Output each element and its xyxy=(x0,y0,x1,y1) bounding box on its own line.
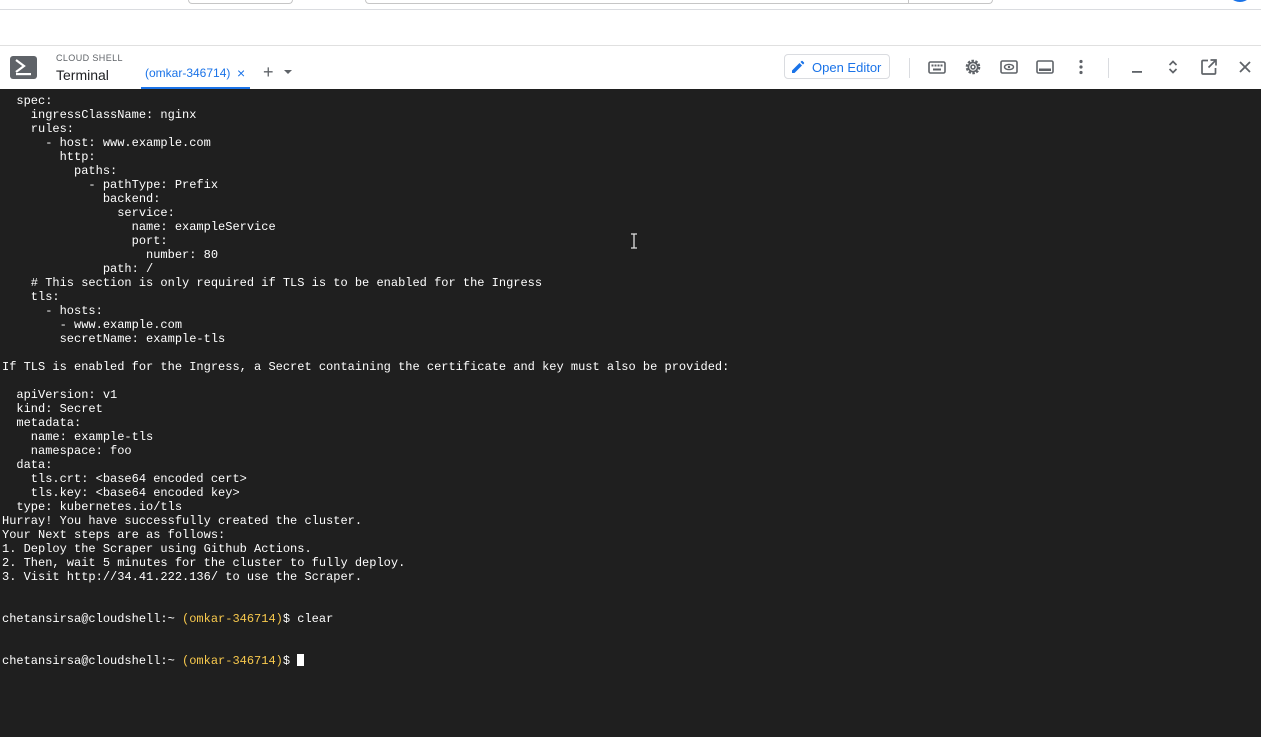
cloud-shell-brand: CLOUD SHELL xyxy=(56,53,123,63)
terminal-line: 1. Deploy the Scraper using Github Actio… xyxy=(2,542,312,556)
browser-divider xyxy=(0,9,1261,10)
open-editor-label: Open Editor xyxy=(812,60,882,75)
terminal-line: paths: xyxy=(2,164,118,178)
terminal-line: tls.crt: <base64 encoded cert> xyxy=(2,472,247,486)
pencil-icon xyxy=(792,60,805,73)
terminal-active-prompt[interactable]: chetansirsa@cloudshell:~ (omkar-346714)$ xyxy=(2,654,333,668)
cloud-shell-terminal-icon xyxy=(10,56,37,79)
restore-icon[interactable] xyxy=(1163,57,1183,77)
add-tab-button[interactable]: + xyxy=(263,63,274,81)
terminal-line: metadata: xyxy=(2,416,82,430)
browser-toolbar-fragment xyxy=(188,0,293,4)
browser-top-strip xyxy=(0,0,1261,46)
terminal-line: If TLS is enabled for the Ingress, a Sec… xyxy=(2,360,730,374)
terminal-line: rules: xyxy=(2,122,75,136)
terminal-line: spec: xyxy=(2,94,53,108)
settings-gear-icon[interactable] xyxy=(963,57,983,77)
terminal-prompt-area[interactable]: chetansirsa@cloudshell:~ (omkar-346714)$… xyxy=(2,584,333,696)
terminal-line: tls.key: <base64 encoded key> xyxy=(2,486,240,500)
terminal-line: - host: www.example.com xyxy=(2,136,211,150)
terminal-line: tls: xyxy=(2,290,60,304)
minimize-icon[interactable] xyxy=(1127,57,1147,77)
tab-label: (omkar-346714) xyxy=(145,66,231,80)
terminal-line: Your Next steps are as follows: xyxy=(2,528,226,542)
terminal-line: service: xyxy=(2,206,175,220)
prompt-user: chetansirsa@cloudshell:~ xyxy=(2,612,175,626)
tab-terminal-session[interactable]: (omkar-346714) × xyxy=(141,60,250,89)
terminal-line: http: xyxy=(2,150,96,164)
keyboard-icon[interactable] xyxy=(927,57,947,77)
terminal-line: backend: xyxy=(2,192,161,206)
toolbar-divider xyxy=(909,58,910,78)
terminal-line: 2. Then, wait 5 minutes for the cluster … xyxy=(2,556,406,570)
chevron-down-icon[interactable] xyxy=(284,70,292,74)
terminal-line: path: / xyxy=(2,262,154,276)
terminal-output: spec: ingressClassName: nginx rules: - h… xyxy=(2,94,729,584)
terminal-line: namespace: foo xyxy=(2,444,132,458)
terminal-line: port: xyxy=(2,234,168,248)
terminal-line: ingressClassName: nginx xyxy=(2,108,197,122)
close-icon[interactable]: × xyxy=(237,66,245,80)
history-command: clear xyxy=(297,612,334,626)
open-editor-button[interactable]: Open Editor xyxy=(784,54,890,79)
terminal-line: type: kubernetes.io/tls xyxy=(2,500,183,514)
prompt-project: (omkar-346714) xyxy=(182,654,283,668)
account-avatar[interactable] xyxy=(1227,0,1253,2)
cloud-shell-title: Terminal xyxy=(56,67,109,83)
prompt-symbol: $ xyxy=(282,654,291,668)
terminal-pane[interactable]: spec: ingressClassName: nginx rules: - h… xyxy=(0,89,1261,737)
terminal-line: - hosts: xyxy=(2,304,103,318)
layout-panel-icon[interactable] xyxy=(1035,57,1055,77)
prompt-user: chetansirsa@cloudshell:~ xyxy=(2,654,175,668)
terminal-line: kind: Secret xyxy=(2,402,103,416)
terminal-cursor xyxy=(297,654,305,666)
text-cursor-ibeam-icon xyxy=(631,233,637,249)
terminal-line: Hurray! You have successfully created th… xyxy=(2,514,363,528)
terminal-line: name: exampleService xyxy=(2,220,276,234)
terminal-line: # This section is only required if TLS i… xyxy=(2,276,543,290)
more-vert-icon[interactable] xyxy=(1071,57,1091,77)
toolbar-divider xyxy=(1108,58,1109,78)
cloud-shell-header: CLOUD SHELL Terminal (omkar-346714) × + … xyxy=(0,46,1261,89)
terminal-line: - www.example.com xyxy=(2,318,183,332)
terminal-line: 3. Visit http://34.41.222.136/ to use th… xyxy=(2,570,363,584)
terminal-line: number: 80 xyxy=(2,248,219,262)
terminal-line: - pathType: Prefix xyxy=(2,178,219,192)
prompt-project: (omkar-346714) xyxy=(182,612,283,626)
terminal-history-prompt: chetansirsa@cloudshell:~ (omkar-346714)$… xyxy=(2,612,333,626)
web-preview-icon[interactable] xyxy=(999,57,1019,77)
terminal-line: data: xyxy=(2,458,53,472)
terminal-line: name: example-tls xyxy=(2,430,154,444)
prompt-symbol: $ xyxy=(282,612,291,626)
address-bar-fragment[interactable] xyxy=(365,0,993,4)
open-new-window-icon[interactable] xyxy=(1199,57,1219,77)
terminal-line: secretName: example-tls xyxy=(2,332,226,346)
close-icon[interactable] xyxy=(1235,57,1255,77)
terminal-line: apiVersion: v1 xyxy=(2,388,118,402)
